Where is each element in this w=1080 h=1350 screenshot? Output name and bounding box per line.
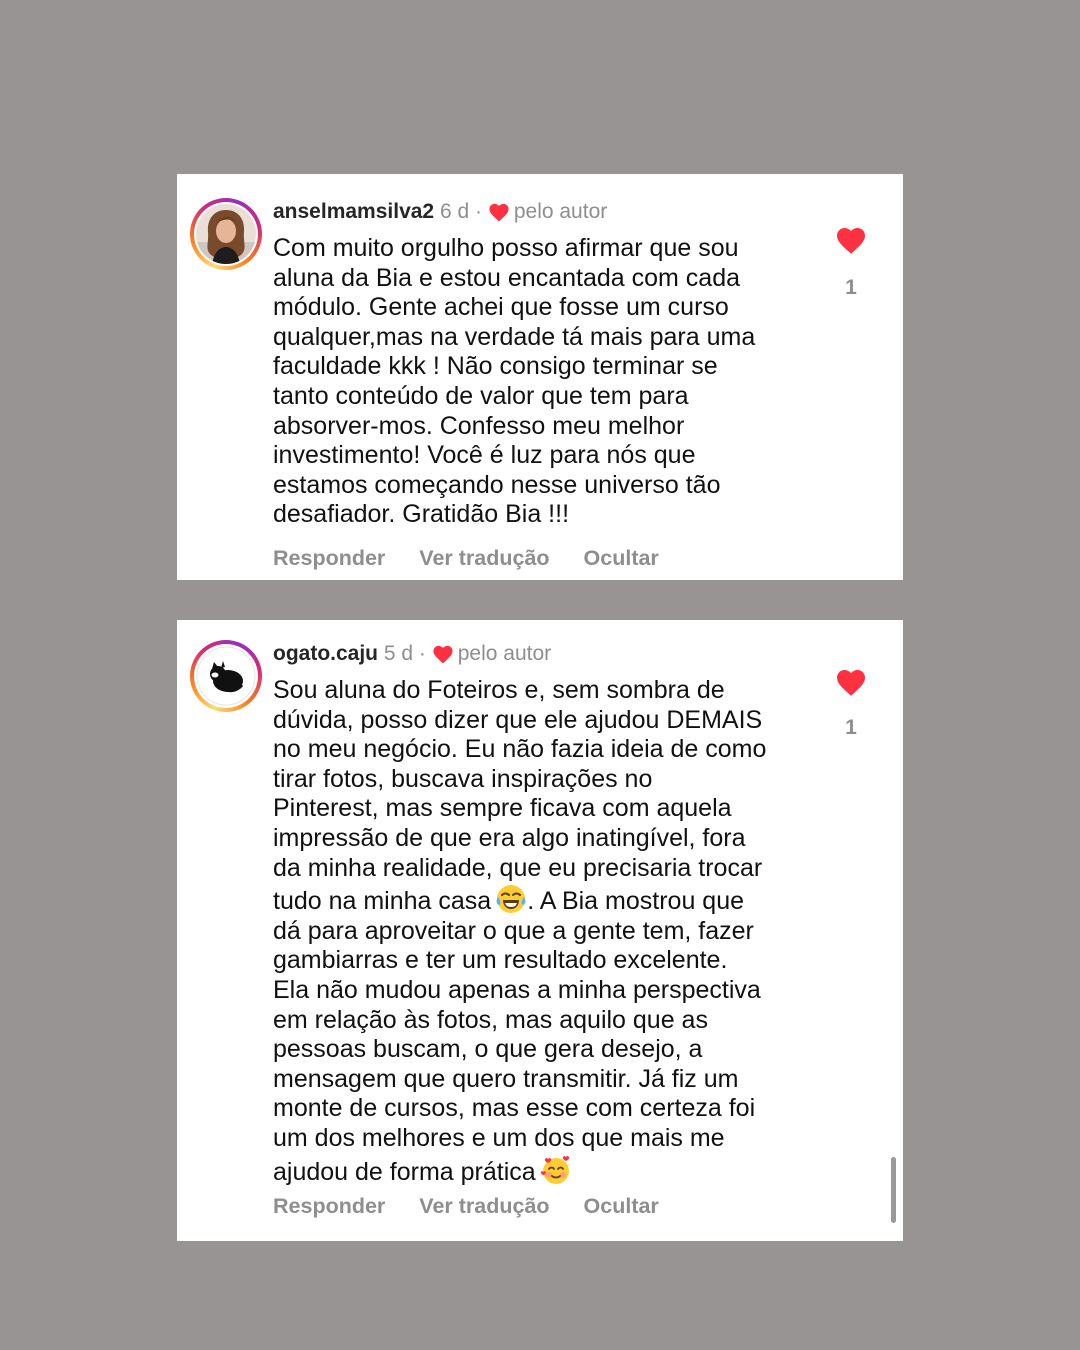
comment-actions: Responder Ver tradução Ocultar [273,546,687,571]
heart-icon [489,203,509,222]
comment-card: ogato.caju 5 d · pelo autor Sou aluna do… [177,620,903,1241]
username[interactable]: ogato.caju [273,642,378,665]
scrollbar[interactable] [891,1157,896,1223]
avatar [196,646,256,706]
reply-button[interactable]: Responder [273,546,385,571]
translate-button[interactable]: Ver tradução [419,546,549,571]
comment-text: Sou aluna do Foteiros e, sem sombra de d… [273,676,833,1187]
comment-time: 6 d [439,200,470,223]
heart-icon[interactable] [835,667,867,697]
face-with-tears-of-joy-icon [496,885,526,914]
smiling-face-with-hearts-icon [540,1155,569,1184]
heart-icon [433,645,453,664]
comment-header: ogato.caju 5 d · pelo autor [273,640,803,668]
hide-button[interactable]: Ocultar [584,1194,659,1219]
liked-by-author-label: pelo autor [513,200,608,223]
comment-actions: Responder Ver tradução Ocultar [273,1194,687,1219]
like-count: 1 [845,716,857,739]
comment-header: anselmamsilva2 6 d · pelo autor [273,198,803,226]
like-count: 1 [845,276,857,299]
avatar [196,204,256,264]
comment-text-part: . A Bia mostrou que dá para aproveitar o… [273,887,761,1186]
comment-card: anselmamsilva2 6 d · pelo autor Com muit… [177,174,903,580]
hide-button[interactable]: Ocultar [584,546,659,571]
reply-button[interactable]: Responder [273,1194,385,1219]
separator: · [475,200,482,223]
comment-text: Com muito orgulho posso afirmar que sou … [273,234,756,529]
username[interactable]: anselmamsilva2 [273,200,434,223]
liked-by-author-label: pelo autor [457,642,552,665]
separator: · [418,642,426,665]
heart-icon[interactable] [835,225,867,255]
translate-button[interactable]: Ver tradução [419,1194,549,1219]
comment-text-part: Sou aluna do Foteiros e, sem sombra de d… [273,676,767,916]
comment-time: 5 d [383,642,414,665]
avatar-story-ring[interactable] [190,640,262,712]
avatar-story-ring[interactable] [190,198,262,270]
